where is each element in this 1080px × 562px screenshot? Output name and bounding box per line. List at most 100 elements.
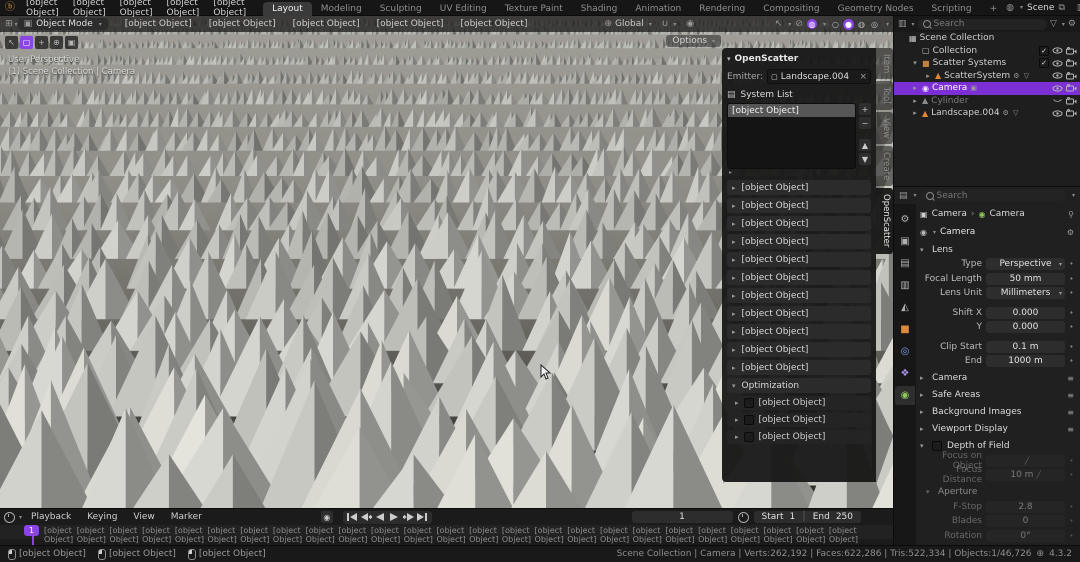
animate-dot[interactable]: • <box>1069 357 1074 365</box>
play-button[interactable] <box>388 512 401 523</box>
animate-dot[interactable]: • <box>1069 275 1074 283</box>
scatter-system-item[interactable]: [object Object] <box>728 104 855 117</box>
property-field[interactable]: 1000 m ▾ <box>986 355 1065 368</box>
jump-to-end-button[interactable] <box>416 512 429 523</box>
scatter-section[interactable]: ▸ [object Object] <box>727 270 871 285</box>
expander-icon[interactable]: ▾ <box>911 59 919 67</box>
outliner-row[interactable]: ▢ Collection ✓ <box>894 45 1080 58</box>
panel-menu-icon[interactable]: ≡ <box>1067 374 1074 383</box>
scatter-section[interactable]: ▸ [object Object] <box>727 252 871 267</box>
end-frame-field[interactable]: 250 <box>836 512 853 522</box>
checkbox[interactable] <box>743 432 754 442</box>
gizmo-toggle[interactable]: ↖ <box>775 19 783 29</box>
animate-dot[interactable]: • <box>1069 289 1074 297</box>
current-frame-field[interactable]: 1 <box>631 511 733 523</box>
menubar-item[interactable]: [object Object] <box>66 0 113 18</box>
toolbar-tool-button[interactable]: ⊕ <box>50 36 63 49</box>
clear-icon[interactable]: × <box>859 72 867 82</box>
outliner-search-input[interactable]: Search <box>917 18 1047 30</box>
animate-dot[interactable]: • <box>1069 309 1074 317</box>
hide-viewport-eye-icon[interactable] <box>1052 60 1063 67</box>
lens-panel-header[interactable]: ▾ Lens <box>920 242 1074 257</box>
disable-render-camera-icon[interactable] <box>1066 84 1077 92</box>
auto-keying-button[interactable]: ◉ <box>320 511 333 523</box>
property-field[interactable]: 0 <box>986 515 1065 528</box>
scatter-section[interactable]: ▸ [object Object] <box>727 288 871 303</box>
viewport-menu-item[interactable]: [object Object] <box>118 19 199 29</box>
hide-viewport-eye-icon[interactable] <box>1052 85 1063 92</box>
disable-render-camera-icon[interactable] <box>1066 46 1077 55</box>
workspace-tab[interactable]: + <box>981 2 1007 16</box>
remove-system-button[interactable]: − <box>859 117 871 129</box>
property-field[interactable]: ╱ <box>986 454 1065 467</box>
toolbar-tool-button[interactable]: ↖ <box>5 36 18 49</box>
workspace-tab[interactable]: Animation <box>626 2 690 16</box>
outliner-item-label[interactable]: Camera <box>932 83 967 93</box>
outliner-editor-icon[interactable]: ▥ <box>898 19 907 29</box>
properties-editor-icon[interactable]: ▤ <box>899 191 908 201</box>
properties-tab[interactable]: ■ <box>895 320 915 339</box>
prev-keyframe-button[interactable] <box>360 512 373 523</box>
overlays-toggle[interactable]: ⊘ <box>795 19 803 29</box>
xray-toggle[interactable]: ◍ <box>806 19 817 29</box>
datablock-selector[interactable]: ◉ ▾ Camera ⚙ <box>920 224 1074 240</box>
timeline-editor-icon[interactable] <box>4 511 15 523</box>
filter-icon[interactable]: ▽ <box>1050 19 1057 29</box>
sidebar-tab[interactable]: View <box>876 111 893 145</box>
property-field[interactable]: 2.8 <box>986 500 1065 513</box>
expander-icon[interactable]: ▸ <box>911 109 919 117</box>
expander-icon[interactable]: ▸ <box>911 84 919 92</box>
collapsed-panel-header[interactable]: ▸ Background Images ≡ <box>920 405 1074 420</box>
scatter-section[interactable]: ▸ [object Object] <box>727 234 871 249</box>
scatter-section[interactable]: ▸ [object Object] <box>727 324 871 339</box>
optimization-item[interactable]: ▸ [object Object] <box>727 396 871 410</box>
animate-dot[interactable]: • <box>1069 457 1074 465</box>
properties-search-input[interactable]: Search <box>920 190 1066 201</box>
scatter-section[interactable]: ▸ [object Object] <box>727 198 871 213</box>
toolbar-tool-button[interactable]: ▢ <box>20 36 33 49</box>
sidebar-tab[interactable]: OpenScatter <box>876 188 893 254</box>
viewport-menu-item[interactable]: [object Object] <box>286 19 367 29</box>
shading-mode-button[interactable]: ◍ <box>855 18 867 30</box>
workspace-tab[interactable]: Compositing <box>754 2 828 16</box>
breadcrumb-data[interactable]: Camera <box>989 209 1024 219</box>
breadcrumb-object[interactable]: Camera <box>932 209 967 219</box>
expander-icon[interactable]: ▸ <box>911 97 919 105</box>
outliner-row[interactable]: ▸ ◉ Camera ▣ ✓ <box>894 82 1080 95</box>
menubar-item[interactable]: [object Object] <box>113 0 160 18</box>
properties-tab[interactable]: ▣ <box>895 232 915 251</box>
play-reverse-button[interactable] <box>374 512 387 523</box>
panel-header[interactable]: ▾ OpenScatter <box>727 52 871 66</box>
menubar-item[interactable]: [object Object] <box>19 0 66 18</box>
scatter-section[interactable]: ▸ [object Object] <box>727 180 871 195</box>
disable-render-camera-icon[interactable] <box>1066 96 1077 105</box>
mode-selector[interactable]: ▣ Object Mode ▾ <box>17 18 108 30</box>
sidebar-tab[interactable]: Tool <box>876 81 893 110</box>
property-field[interactable]: 0.000 ▾ <box>986 306 1065 319</box>
hide-viewport-eye-icon[interactable] <box>1052 47 1063 54</box>
outliner-row[interactable]: ▦ Scene Collection ✓ <box>894 32 1080 45</box>
timeline-menu-item[interactable]: View <box>126 512 161 522</box>
collapsed-panel-header[interactable]: ▸ Camera ≡ <box>920 371 1074 386</box>
scene-selector[interactable]: Scene <box>1027 3 1054 13</box>
property-field[interactable]: 0.1 m ▾ <box>986 340 1065 353</box>
properties-tab[interactable]: ◎ <box>895 342 915 361</box>
shading-mode-button[interactable]: ◎ <box>868 18 880 30</box>
workspace-tab[interactable]: Shading <box>572 2 627 16</box>
timeline-ruler[interactable]: 1 [object Object] [object Object] [objec… <box>0 525 893 562</box>
orientation-selector[interactable]: ⊕ Global ▾ <box>604 19 651 29</box>
properties-tab[interactable]: ❖ <box>895 364 915 383</box>
outliner-item-label[interactable]: Collection <box>933 46 978 56</box>
snap-toggle[interactable]: ∪ ▾ <box>662 19 677 29</box>
outliner-item-label[interactable]: Scatter Systems <box>933 58 1007 68</box>
viewport-menu-item[interactable]: [object Object] <box>202 19 283 29</box>
disable-render-camera-icon[interactable] <box>1066 109 1077 117</box>
start-frame-field[interactable]: 1 <box>790 512 796 522</box>
toolbar-tool-button[interactable]: + <box>35 36 48 49</box>
animate-dot[interactable]: • <box>1069 517 1074 525</box>
properties-tab[interactable]: ◭ <box>895 298 915 317</box>
outliner-item-label[interactable]: ScatterSystem <box>944 71 1010 81</box>
eyedropper-icon[interactable]: ╱ <box>1025 457 1029 465</box>
scatter-section[interactable]: ▸ [object Object] <box>727 216 871 231</box>
disable-render-camera-icon[interactable] <box>1066 59 1077 67</box>
